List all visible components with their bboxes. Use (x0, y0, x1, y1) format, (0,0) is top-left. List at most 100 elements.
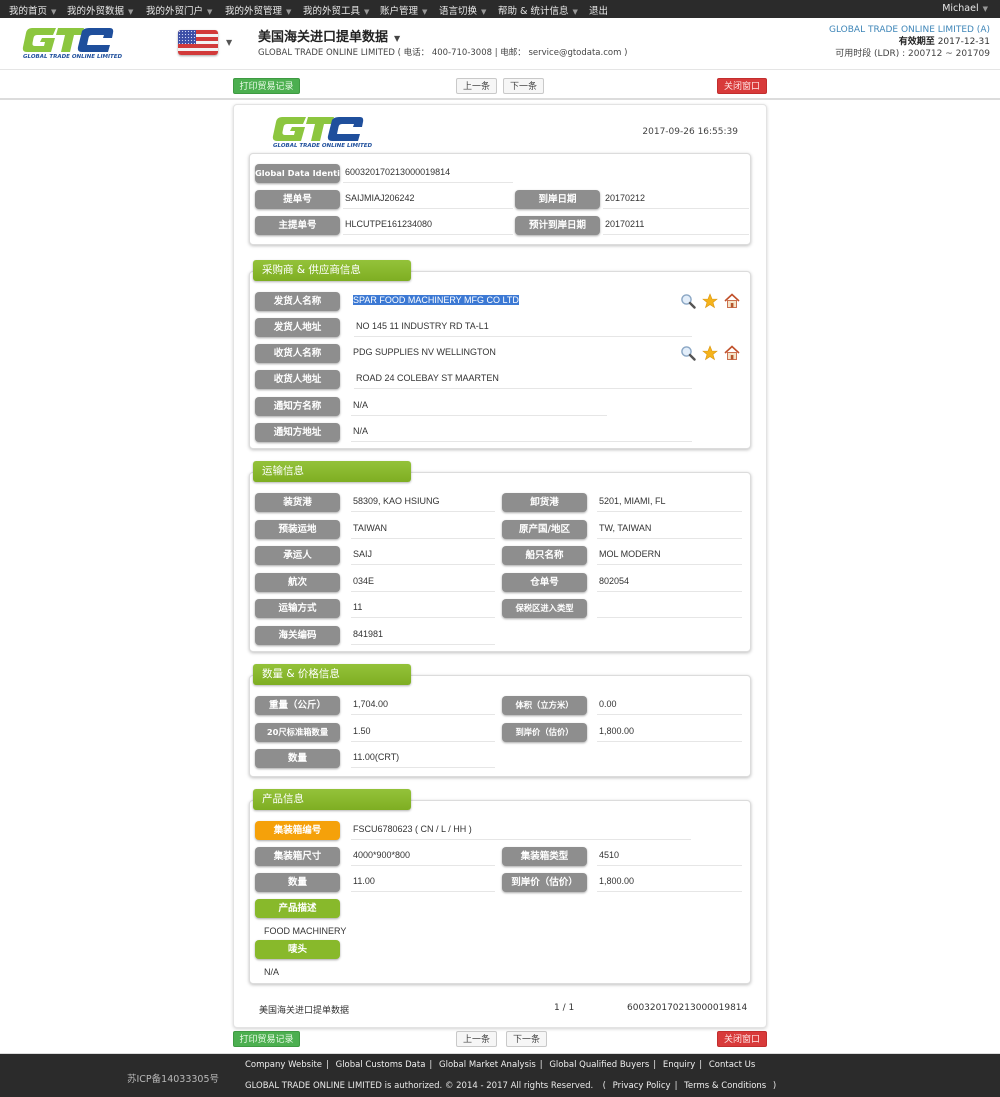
est-arrival-date-label: 预计到岸日期 (515, 216, 600, 235)
gdi-value: 600320170213000019814 (343, 164, 513, 183)
next-record-button[interactable]: 下一条 (503, 78, 544, 94)
nav-label: 语言切换 (439, 6, 478, 17)
field-value (597, 599, 742, 618)
link-enquiry[interactable]: Enquiry (663, 1060, 695, 1070)
field-label: 预装运地 (255, 519, 340, 539)
shipper-name-label: 发货人名称 (255, 292, 340, 311)
field-label: 保税区进入类型 (502, 599, 587, 618)
shipper-address-label: 发货人地址 (255, 318, 340, 337)
home-icon[interactable] (724, 293, 740, 309)
nav-label: 我的外贸管理 (225, 6, 283, 17)
field-value: 11 (351, 599, 495, 618)
marks-label: 唛头 (255, 940, 340, 959)
close-window-button[interactable]: 关闭窗口 (717, 1031, 767, 1047)
identity-section: Global Data Identity 6003201702130000198… (249, 153, 751, 245)
close-window-button[interactable]: 关闭窗口 (717, 78, 767, 94)
chevron-down-icon: ▼ (128, 8, 134, 16)
arrival-date-label: 到岸日期 (515, 190, 600, 209)
copyright-text: GLOBAL TRADE ONLINE LIMITED is authorize… (245, 1081, 594, 1091)
field-value: 1.50 (351, 723, 495, 742)
master-bol-label: 主提单号 (255, 216, 340, 235)
valid-label: 有效期至 (898, 37, 935, 47)
gtc-logo: GLOBAL TRADE ONLINE LIMITED (272, 115, 372, 151)
record-card: GLOBAL TRADE ONLINE LIMITED 2017-09-26 1… (233, 104, 767, 1028)
chevron-down-icon: ▼ (51, 8, 57, 16)
container-size-label: 集装箱尺寸 (255, 847, 340, 866)
previous-record-button[interactable]: 上一条 (456, 78, 497, 94)
nav-my-trade-portal[interactable]: 我的外贸门户 ▼ (146, 3, 212, 17)
us-flag-icon[interactable] (178, 30, 218, 55)
user-menu[interactable]: Michael ▼ (942, 3, 988, 14)
chevron-down-icon: ▼ (394, 34, 401, 43)
chevron-down-icon: ▼ (481, 8, 487, 16)
print-record-button[interactable]: 打印贸易记录 (233, 78, 300, 94)
top-action-bar: 打印贸易记录 上一条 下一条 关闭窗口 (0, 72, 1000, 100)
shipper-name-value[interactable]: SPAR FOOD MACHINERY MFG CO LTD (351, 292, 691, 311)
user-name: Michael (942, 3, 979, 14)
link-terms-conditions[interactable]: Terms & Conditions (684, 1081, 766, 1091)
record-id: 600320170213000019814 (627, 1003, 748, 1013)
nav-help-stats[interactable]: 帮助 & 统计信息 ▼ (498, 3, 578, 17)
buyer-supplier-section: 采购商 & 供应商信息 发货人名称 SPAR FOOD MACHINERY MF… (249, 260, 751, 449)
link-global-market-analysis[interactable]: Global Market Analysis (439, 1060, 536, 1070)
chevron-down-icon: ▼ (572, 8, 578, 16)
page-title[interactable]: 美国海关进口提单数据 ▼ (258, 26, 400, 45)
field-value: 034E (351, 573, 495, 592)
nav-logout[interactable]: 退出 (589, 3, 608, 17)
nav-my-trade-management[interactable]: 我的外贸管理 ▼ (225, 3, 291, 17)
nav-account-management[interactable]: 账户管理 ▼ (380, 3, 427, 17)
field-label: 到岸价（估价） (502, 722, 587, 742)
est-arrival-date-value: 20170211 (603, 216, 749, 235)
country-dropdown-caret[interactable]: ▼ (226, 38, 232, 47)
notify-address-label: 通知方地址 (255, 423, 340, 442)
search-icon[interactable] (680, 345, 696, 361)
link-global-qualified-buyers[interactable]: Global Qualified Buyers (549, 1060, 649, 1070)
logo-tagline: GLOBAL TRADE ONLINE LIMITED (273, 143, 373, 149)
site-footer: 苏ICP备14033305号 Company Website | Global C… (0, 1054, 1000, 1097)
nav-my-trade-data[interactable]: 我的外贸数据 ▼ (67, 3, 133, 17)
logo-tagline: GLOBAL TRADE ONLINE LIMITED (23, 54, 123, 60)
field-value: SAIJ (351, 546, 495, 565)
link-global-customs-data[interactable]: Global Customs Data (336, 1060, 426, 1070)
field-value: 1,704.00 (351, 696, 495, 715)
nav-my-trade-tools[interactable]: 我的外贸工具 ▼ (303, 3, 369, 17)
bottom-action-bar: 打印贸易记录 上一条 下一条 关闭窗口 (0, 1027, 1000, 1055)
field-value: 5201, MIAMI, FL (597, 493, 742, 512)
next-record-button[interactable]: 下一条 (506, 1031, 547, 1047)
field-label: 20尺标准箱数量 (255, 722, 340, 742)
contact-info: GLOBAL TRADE ONLINE LIMITED ( 电话： 400-71… (258, 48, 628, 58)
chevron-down-icon: ▼ (422, 8, 428, 16)
search-icon[interactable] (680, 293, 696, 309)
product-qty-value: 11.00 (351, 873, 495, 892)
nav-label: 我的外贸门户 (146, 6, 204, 17)
container-number-value: FSCU6780623 ( CN / L / HH ) (351, 821, 691, 840)
home-icon[interactable] (724, 345, 740, 361)
product-price-value: 1,800.00 (597, 873, 742, 892)
link-company-website[interactable]: Company Website (245, 1060, 322, 1070)
icp-license: 苏ICP备14033305号 (127, 1074, 220, 1085)
notify-name-label: 通知方名称 (255, 397, 340, 416)
section-title: 运输信息 (253, 461, 411, 482)
transport-section: 运输信息 装货港 58309, KAO HSIUNG 卸货港 5201, MIAMI,… (249, 461, 751, 652)
record-timestamp: 2017-09-26 16:55:39 (642, 127, 738, 137)
field-value: 802054 (597, 573, 742, 592)
gtc-logo[interactable]: GLOBAL TRADE ONLINE LIMITED (22, 26, 122, 62)
star-icon[interactable] (702, 293, 718, 309)
previous-record-button[interactable]: 上一条 (456, 1031, 497, 1047)
print-record-button[interactable]: 打印贸易记录 (233, 1031, 300, 1047)
field-value: 1,800.00 (597, 723, 742, 742)
container-number-label: 集装箱编号 (255, 821, 340, 840)
link-contact-us[interactable]: Contact Us (709, 1060, 755, 1070)
nav-language-switch[interactable]: 语言切换 ▼ (439, 3, 486, 17)
page-indicator: 1 / 1 (554, 1003, 575, 1013)
consignee-name-value: PDG SUPPLIES NV WELLINGTON (353, 347, 496, 357)
product-description-value: FOOD MACHINERY (264, 926, 347, 936)
star-icon[interactable] (702, 345, 718, 361)
field-value: TAIWAN (351, 520, 495, 539)
section-title: 采购商 & 供应商信息 (253, 260, 411, 281)
nav-home[interactable]: 我的首页 ▼ (9, 3, 56, 17)
field-value: 11.00(CRT) (351, 749, 495, 768)
link-privacy-policy[interactable]: Privacy Policy (613, 1081, 671, 1091)
notify-address-value: N/A (351, 423, 692, 442)
container-type-label: 集装箱类型 (502, 847, 587, 866)
